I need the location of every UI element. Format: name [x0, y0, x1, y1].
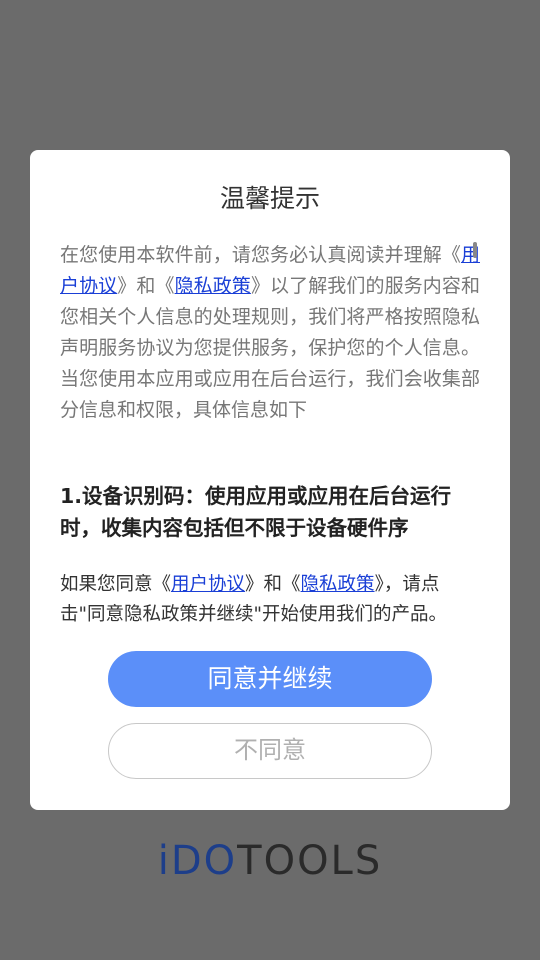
consent-text-mid: 》和《: [245, 574, 301, 595]
scrollbar-thumb[interactable]: [473, 242, 477, 258]
logo-part-tools: TOOLS: [237, 838, 383, 884]
privacy-dialog: 温馨提示 在您使用本软件前，请您务必认真阅读并理解《用户协议》和《隐私政策》以了…: [30, 150, 510, 810]
consent-text-before: 如果您同意《: [60, 574, 172, 595]
consent-text: 如果您同意《用户协议》和《隐私政策》，请点击"同意隐私政策并继续"开始使用我们的…: [60, 570, 480, 630]
disagree-button[interactable]: 不同意: [108, 723, 432, 779]
dialog-title: 温馨提示: [219, 184, 320, 213]
agree-button[interactable]: 同意并继续: [108, 651, 432, 707]
consent-privacy-policy-link[interactable]: 隐私政策: [301, 574, 375, 595]
app-logo: iDOTOOLS: [0, 838, 540, 884]
intro-text-mid: 》和《: [117, 275, 175, 297]
intro-text: 在您使用本软件前，请您务必认真阅读并理解《用户协议》和《隐私政策》以了解我们的服…: [60, 240, 480, 426]
consent-user-agreement-link[interactable]: 用户协议: [171, 574, 245, 595]
privacy-policy-link[interactable]: 隐私政策: [175, 275, 251, 297]
logo-part-ido: iDO: [157, 838, 238, 884]
intro-text-before: 在您使用本软件前，请您务必认真阅读并理解《: [60, 244, 461, 266]
permission-item: 1.设备识别码：使用应用或应用在后台运行时，收集内容包括但不限于设备硬件序: [60, 484, 452, 540]
